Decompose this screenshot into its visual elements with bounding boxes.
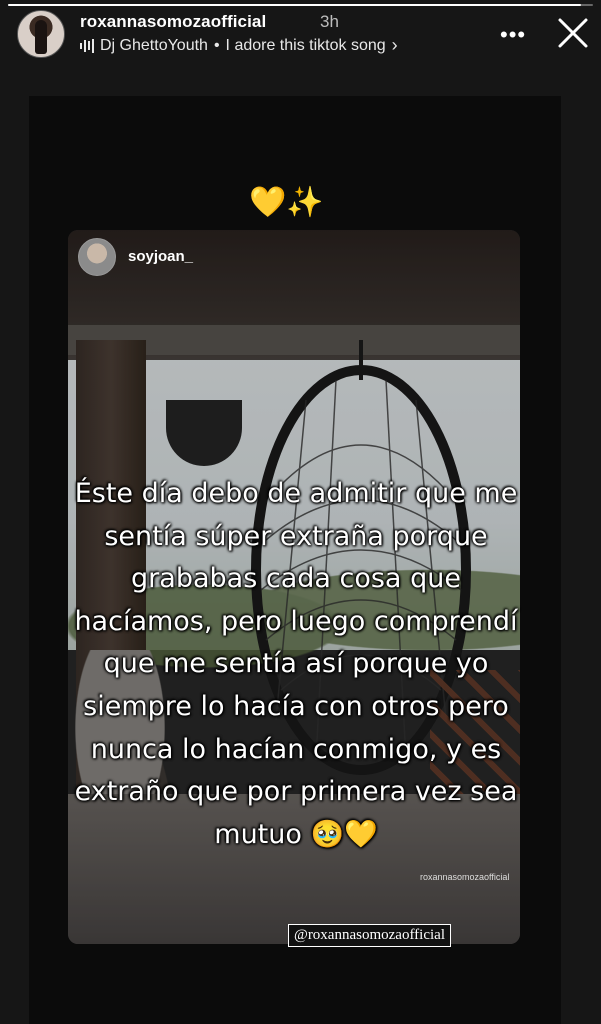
story-caption-text: Éste día debo de admitir que me sentía s… (74, 478, 518, 850)
music-bars-icon (80, 38, 94, 53)
close-icon[interactable] (556, 16, 590, 50)
story-header: roxannasomozaofficial 3h Dj GhettoYouth … (0, 0, 601, 80)
more-icon[interactable]: ••• (500, 22, 526, 48)
music-attribution[interactable]: Dj GhettoYouth • I adore this tiktok son… (80, 35, 398, 56)
chevron-right-icon: › (391, 35, 398, 55)
music-artist: Dj GhettoYouth (100, 36, 208, 54)
heart-sparkles-sticker: 💛✨ (249, 186, 324, 219)
reel-author-username[interactable]: soyjoan_ (128, 248, 193, 265)
story-username[interactable]: roxannasomozaofficial (80, 12, 266, 32)
reel-author-avatar[interactable] (78, 238, 116, 276)
mention-sticker[interactable]: @roxannasomozaofficial (288, 924, 451, 947)
avatar-figure (35, 20, 47, 54)
music-separator: • (213, 36, 220, 54)
music-song: I adore this tiktok song (225, 36, 386, 54)
tiktok-watermark: roxannasomozaofficial (420, 872, 510, 882)
profile-avatar[interactable] (17, 10, 65, 58)
story-timestamp: 3h (320, 12, 339, 31)
